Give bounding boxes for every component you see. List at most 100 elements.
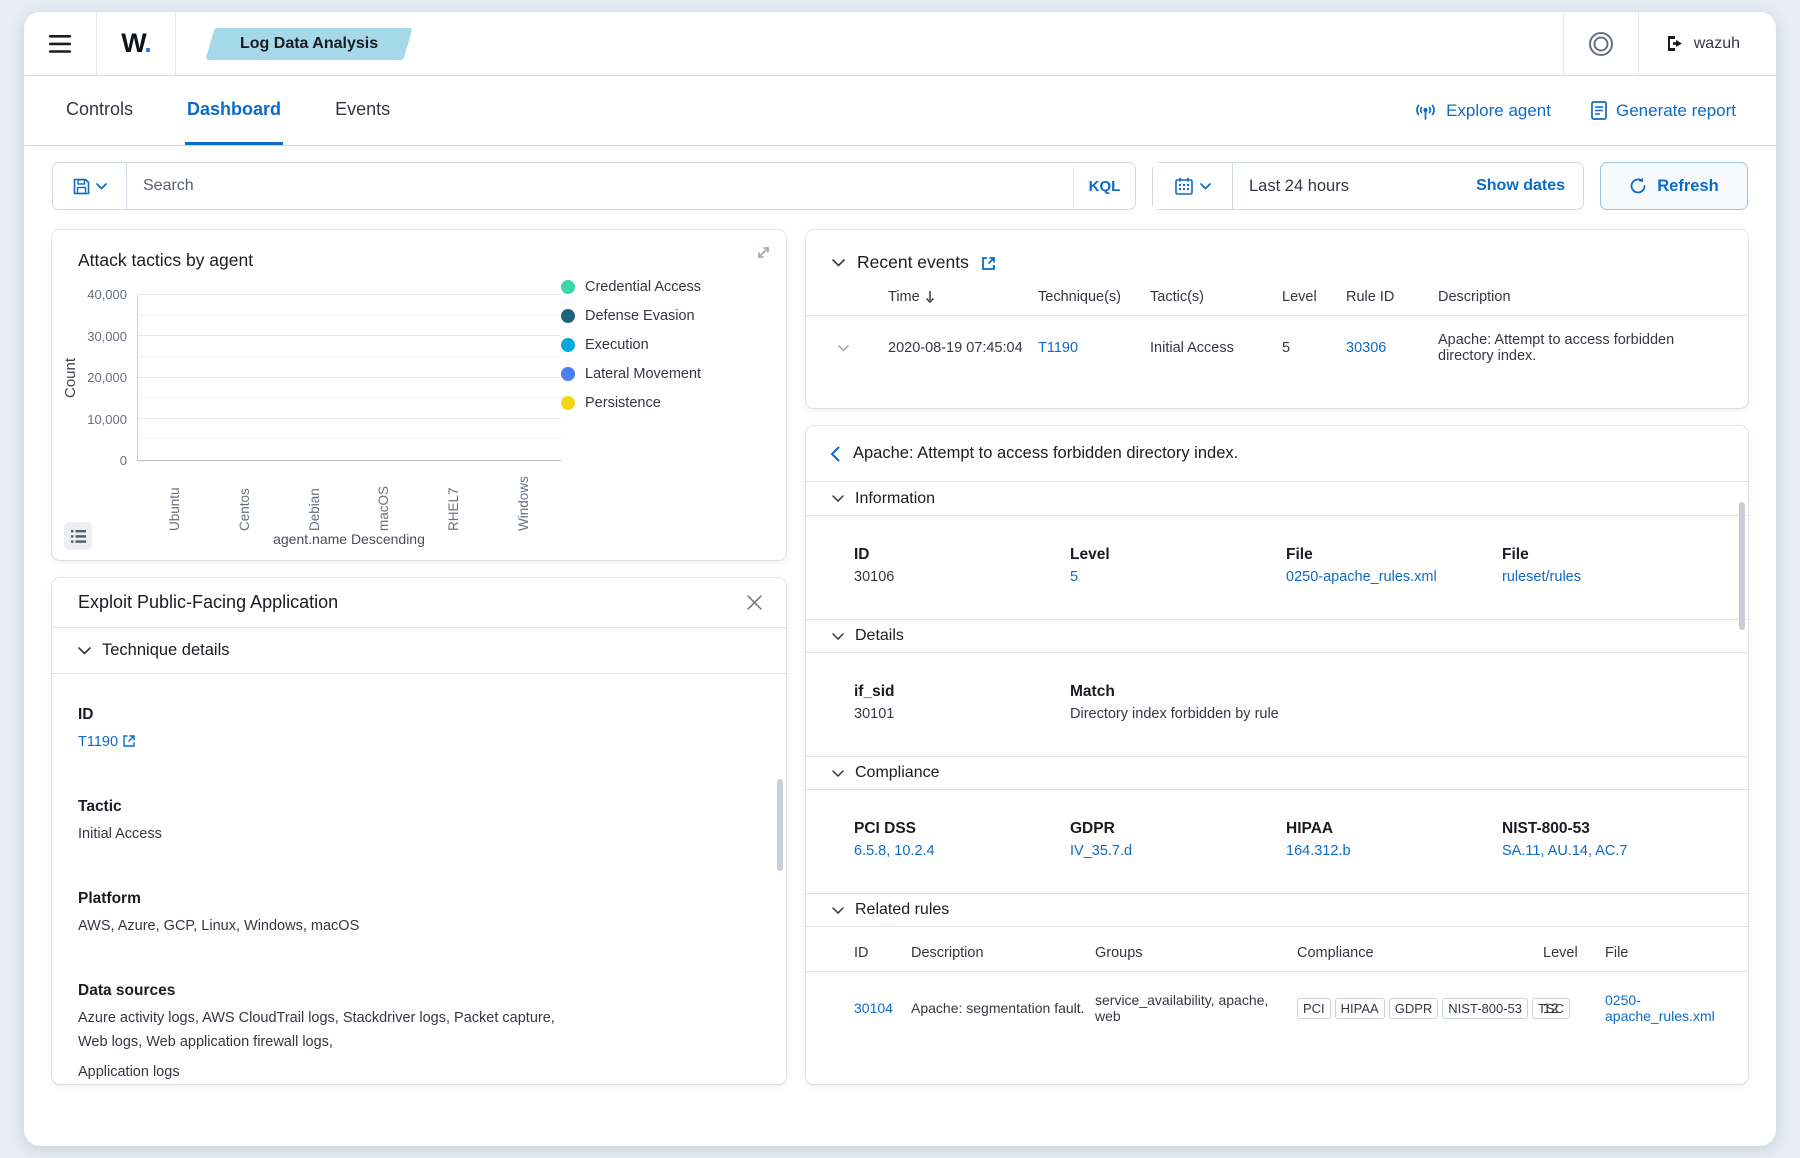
gridline — [138, 335, 561, 336]
chevron-down-icon — [832, 495, 844, 502]
x-tick-label: Debian — [282, 465, 347, 531]
pci-link[interactable]: 6.5.8, 10.2.4 — [854, 843, 935, 859]
logo-dot: . — [144, 28, 151, 58]
section-related-rules[interactable]: Related rules — [806, 893, 1748, 927]
query-language-button[interactable]: KQL — [1073, 165, 1135, 208]
col-description: Description — [1438, 289, 1728, 305]
section-details[interactable]: Details — [806, 619, 1748, 653]
rule-id-value: 30106 — [854, 569, 1070, 585]
related-rule-file-link[interactable]: 0250-apache_rules.xml — [1605, 992, 1715, 1024]
compliance-badge: PCI — [1297, 998, 1331, 1019]
related-rules-header: ID Description Groups Compliance Level F… — [806, 945, 1748, 961]
generate-report-button[interactable]: Generate report — [1591, 101, 1736, 121]
gridline — [138, 397, 561, 398]
technique-body: ID T1190 Tactic Initial Access — [52, 674, 786, 1084]
search-row: KQL Last 24 hours Show dates — [24, 146, 1776, 224]
nist-link[interactable]: SA.11, AU.14, AC.7 — [1502, 843, 1627, 859]
related-rule-id-link[interactable]: 30104 — [854, 1000, 893, 1016]
related-rule-row[interactable]: 30104 Apache: segmentation fault. servic… — [806, 992, 1748, 1024]
time-range-value[interactable]: Last 24 hours — [1233, 177, 1476, 196]
scrollbar[interactable] — [1739, 502, 1745, 630]
related-rules-table: ID Description Groups Compliance Level F… — [806, 945, 1748, 1024]
chevron-down-icon — [832, 770, 844, 777]
chart-legend: Credential Access Defense Evasion Executio… — [561, 277, 701, 547]
breadcrumb[interactable]: Log Data Analysis — [210, 28, 408, 60]
chevron-down-icon — [832, 633, 844, 640]
legend-item[interactable]: Credential Access — [561, 279, 701, 295]
legend-item[interactable]: Execution — [561, 337, 701, 353]
section-compliance[interactable]: Compliance — [806, 756, 1748, 790]
legend-item[interactable]: Lateral Movement — [561, 366, 701, 382]
event-level: 5 — [1282, 340, 1346, 356]
space-selector-button[interactable] — [1564, 12, 1638, 75]
col-technique: Technique(s) — [1038, 289, 1150, 305]
tab-events[interactable]: Events — [333, 76, 392, 145]
calendar-icon — [1175, 177, 1193, 195]
date-picker: Last 24 hours Show dates — [1152, 162, 1584, 210]
expand-button[interactable] — [755, 244, 772, 261]
compliance-badges: PCIHIPAAGDPRNIST-800-53TSC — [1297, 998, 1543, 1019]
search-input[interactable] — [127, 177, 1073, 195]
close-icon — [747, 595, 762, 610]
chevron-left-icon — [830, 446, 840, 462]
show-dates-button[interactable]: Show dates — [1476, 177, 1583, 195]
x-tick-label: Windows — [491, 465, 556, 531]
chevron-down-icon[interactable] — [832, 259, 845, 267]
tab-bar: Controls Dashboard Events — [64, 76, 392, 145]
report-icon — [1591, 101, 1607, 120]
close-button[interactable] — [743, 591, 766, 614]
chart-plot — [137, 295, 561, 461]
event-tactic: Initial Access — [1150, 340, 1282, 356]
saved-queries-button[interactable] — [53, 163, 127, 209]
related-rule-description: Apache: segmentation fault. — [911, 1000, 1095, 1016]
rule-level-link[interactable]: 5 — [1070, 569, 1078, 585]
legend-label: Persistence — [585, 395, 661, 411]
event-technique-link[interactable]: T1190 — [1038, 340, 1078, 356]
technique-id-link[interactable]: T1190 — [78, 734, 118, 750]
divider — [806, 315, 1748, 316]
compliance-badge: NIST-800-53 — [1442, 998, 1528, 1019]
x-tick-label: Ubuntu — [142, 465, 207, 531]
field-platform: Platform AWS, Azure, GCP, Linux, Windows… — [78, 890, 756, 938]
col-level: Level — [1282, 289, 1346, 305]
panel-title: Attack tactics by agent — [78, 250, 786, 271]
external-link-icon — [123, 735, 135, 747]
col-time[interactable]: Time — [888, 289, 1038, 305]
legend-item[interactable]: Defense Evasion — [561, 308, 701, 324]
hipaa-link[interactable]: 164.312.b — [1286, 843, 1351, 859]
chevron-down-icon — [838, 345, 849, 352]
event-rule-link[interactable]: 30306 — [1346, 340, 1386, 356]
legend-dot — [561, 396, 575, 410]
chevron-down-icon — [832, 907, 844, 914]
gdpr-link[interactable]: IV_35.7.d — [1070, 843, 1132, 859]
technique-details-accordion[interactable]: Technique details — [52, 628, 786, 674]
y-tick-label: 0 — [120, 453, 127, 468]
menu-button[interactable] — [24, 12, 96, 75]
scrollbar[interactable] — [777, 779, 783, 871]
chart-x-labels: UbuntuCentosDebianmacOSRHEL7Windows — [137, 465, 561, 531]
x-axis-title: agent.name Descending — [137, 531, 561, 547]
row-expand-button[interactable] — [836, 345, 849, 352]
legend-item[interactable]: Persistence — [561, 395, 701, 411]
gridline — [138, 356, 561, 357]
legend-toggle-button[interactable] — [64, 522, 92, 550]
section-information[interactable]: Information — [806, 482, 1748, 516]
tab-dashboard[interactable]: Dashboard — [185, 76, 283, 145]
technique-panel: Exploit Public-Facing Application Techni… — [52, 578, 786, 1084]
col-tactic: Tactic(s) — [1150, 289, 1282, 305]
field-data-sources: Data sources Azure activity logs, AWS Cl… — [78, 982, 756, 1084]
rule-path-link[interactable]: ruleset/rules — [1502, 569, 1581, 585]
open-events-button[interactable] — [981, 256, 996, 271]
event-row[interactable]: 2020-08-19 07:45:04 T1190 Initial Access… — [806, 332, 1748, 364]
tab-controls[interactable]: Controls — [64, 76, 135, 145]
back-button[interactable] — [830, 446, 840, 462]
divider — [806, 971, 1748, 972]
refresh-button[interactable]: Refresh — [1600, 162, 1748, 210]
date-quick-select-button[interactable] — [1153, 163, 1233, 209]
wazuh-logo[interactable]: W. — [97, 28, 175, 59]
rule-file-link[interactable]: 0250-apache_rules.xml — [1286, 569, 1437, 585]
field-id: ID T1190 — [78, 706, 756, 754]
compliance-badge: HIPAA — [1335, 998, 1385, 1019]
logout-button[interactable]: wazuh — [1639, 12, 1776, 75]
explore-agent-button[interactable]: Explore agent — [1414, 101, 1551, 121]
